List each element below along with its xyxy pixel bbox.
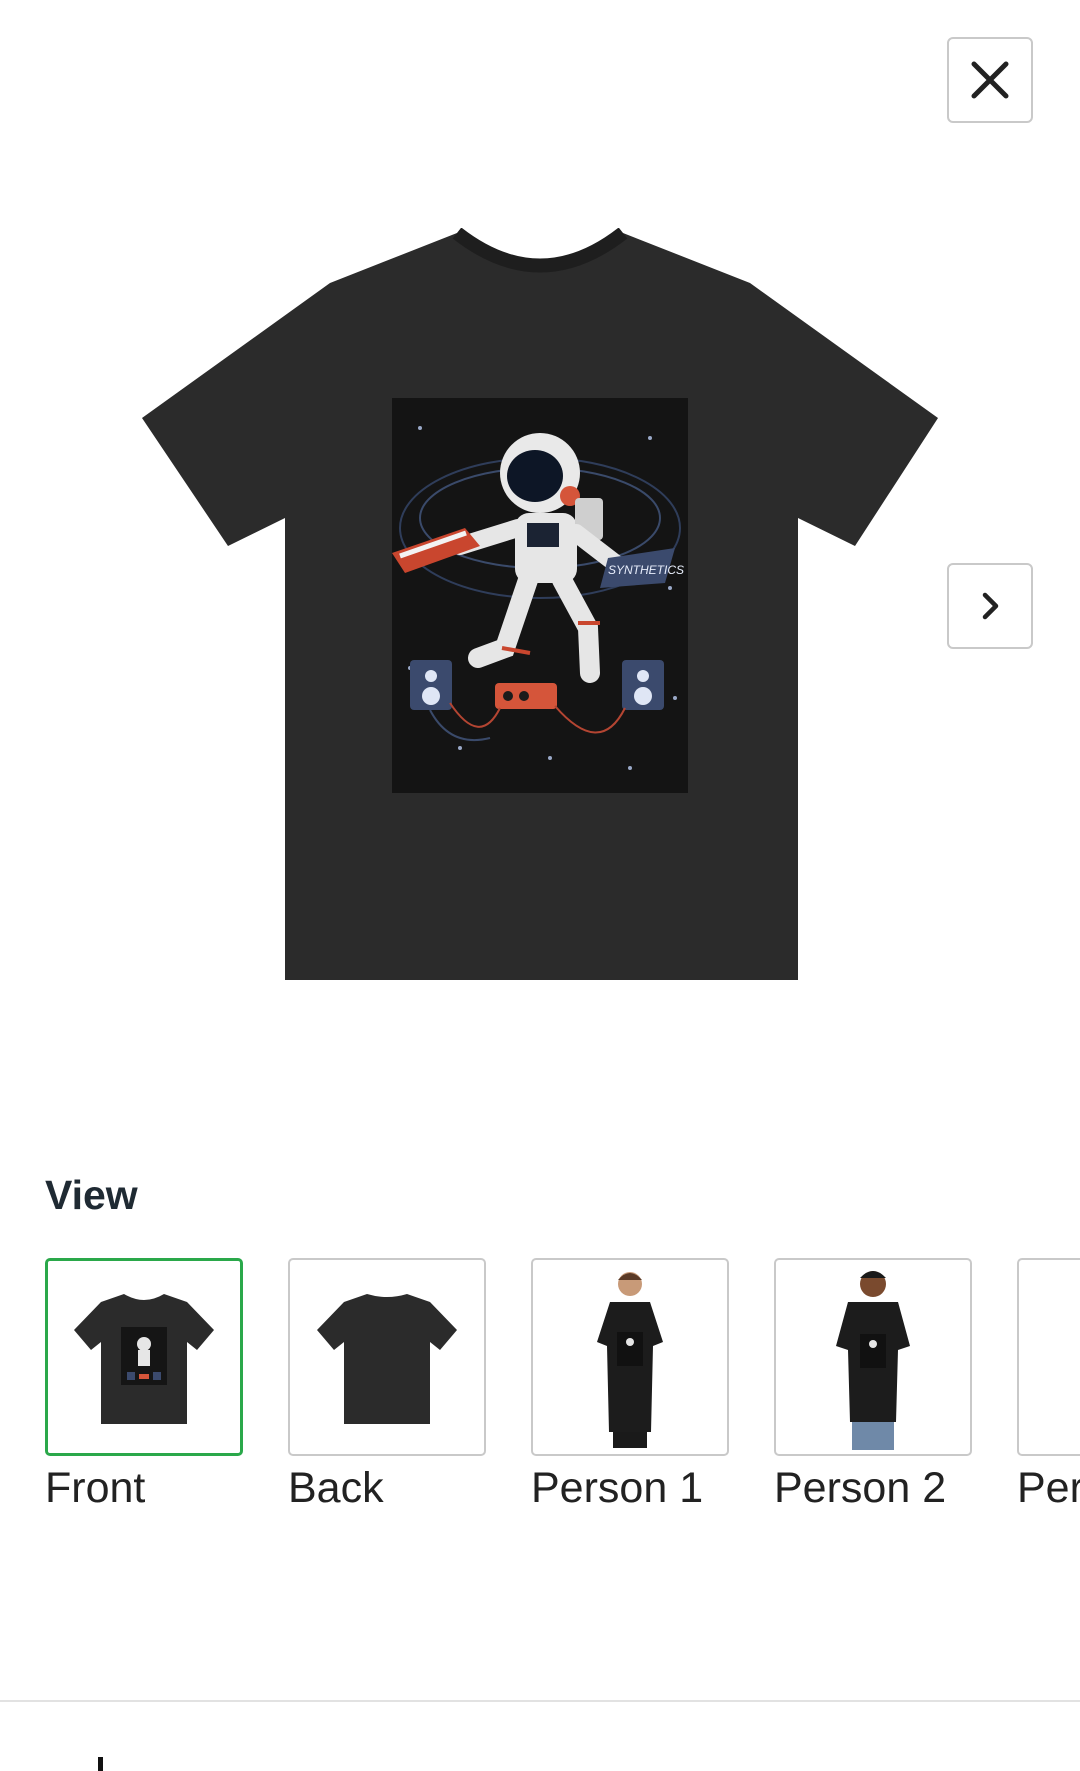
thumbnail-person-1-image <box>531 1258 729 1456</box>
print-logo-text: SYNTHETICS <box>608 563 684 577</box>
next-section-peek <box>98 1757 103 1771</box>
chevron-right-icon <box>982 592 999 620</box>
thumbnail-front[interactable]: Front <box>45 1258 243 1513</box>
thumbnail-back-label: Back <box>288 1464 384 1512</box>
view-heading: View <box>45 1172 138 1218</box>
section-divider <box>0 1700 1080 1702</box>
thumbnail-back-image <box>288 1258 486 1456</box>
thumbnail-person-1-label: Person 1 <box>531 1464 704 1512</box>
thumbnail-person-3[interactable]: Person 3 <box>1017 1258 1080 1513</box>
thumbnail-person-2[interactable]: Person 2 <box>774 1258 972 1513</box>
thumbnail-person-3-image <box>1017 1258 1080 1456</box>
close-icon <box>971 61 1009 99</box>
thumbnail-person-1[interactable]: Person 1 <box>531 1258 729 1513</box>
thumbnail-person-2-image <box>774 1258 972 1456</box>
view-thumbnails: Front Back Person 1 Person 2 Per <box>45 1258 1080 1518</box>
thumbnail-person-2-label: Person 2 <box>774 1464 947 1512</box>
next-image-button[interactable] <box>947 563 1033 649</box>
close-button[interactable] <box>947 37 1033 123</box>
thumbnail-front-label: Front <box>45 1464 146 1512</box>
thumbnail-person-3-label: Person 3 <box>1017 1464 1080 1512</box>
tshirt-front-image: SYNTHETICS <box>142 227 938 980</box>
thumbnail-back[interactable]: Back <box>288 1258 486 1513</box>
product-main-image: SYNTHETICS <box>130 227 950 988</box>
thumbnail-front-image <box>45 1258 243 1456</box>
